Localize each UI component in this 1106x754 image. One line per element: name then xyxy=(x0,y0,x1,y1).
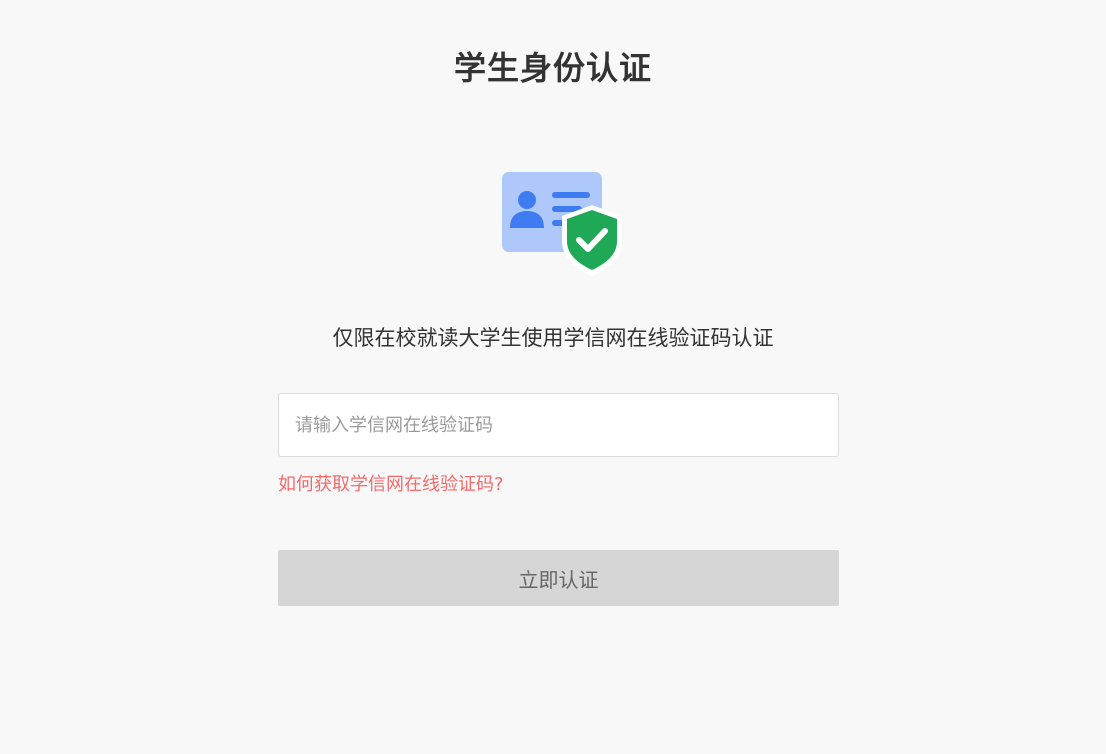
verify-now-button[interactable]: 立即认证 xyxy=(278,550,839,606)
verification-code-input[interactable] xyxy=(278,393,839,457)
card-line-shape xyxy=(552,192,590,198)
page-title: 学生身份认证 xyxy=(453,49,652,87)
person-head-shape xyxy=(518,191,536,209)
how-to-get-code-link[interactable]: 如何获取学信网在线验证码? xyxy=(278,471,504,499)
verification-note: 仅限在校就读大学生使用学信网在线验证码认证 xyxy=(332,326,774,350)
id-card-verified-icon xyxy=(502,172,622,276)
